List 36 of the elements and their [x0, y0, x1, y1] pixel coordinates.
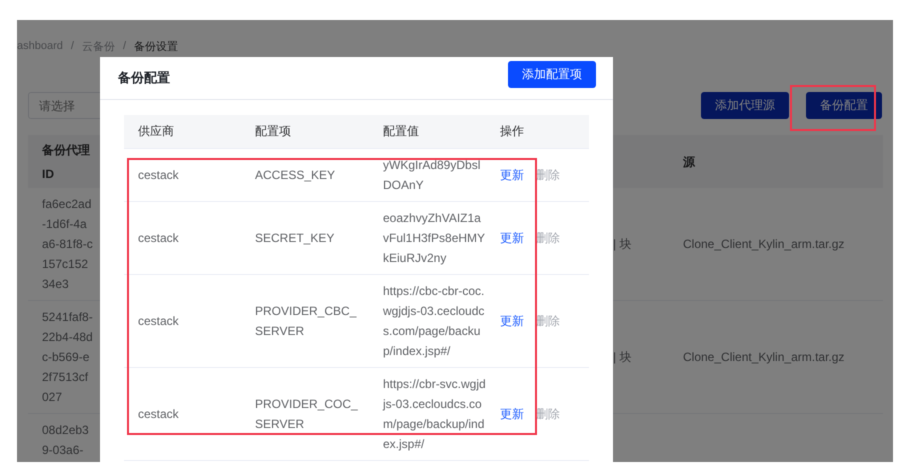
toolbar-button[interactable]: 备份配置 [806, 92, 882, 119]
table-cell-text: eoazhvyZhVAIZ1avFul1H3fPs8eHMYkEiuRJv2ny [382, 210, 486, 267]
table-cell-text: https://cbc-cbr-coc.wgjdjs-03.cecloudcs.com/page/backup/index.jsp#/ [382, 283, 486, 360]
table-cell-text: 08d2eb39-03a6- [41, 422, 90, 459]
column-header: 供应商 [137, 123, 175, 140]
table-cell-text: PROVIDER_CBC_SERVER [254, 303, 358, 340]
table-cell-text: PROVIDER_COC_SERVER [254, 396, 359, 433]
action-link[interactable]: 更新 [500, 404, 524, 424]
action-link[interactable]: 更新 [500, 228, 524, 248]
table-cell-text: https://cbr-svc.wgjdjs-03.cecloudcs.com/page/backup/index.jsp#/ [382, 376, 486, 453]
table-cell-text: ACCESS_KEY [254, 167, 336, 184]
column-header: 备份代理 ID [41, 142, 91, 182]
table-cell-text: 5241faf8-22b4-48dc-b569-e2f7513cf027 [41, 309, 93, 406]
table-cell: | 块 [613, 236, 632, 250]
action-link[interactable]: 更新 [500, 165, 524, 185]
column-header: 配置值 [382, 123, 420, 140]
column-header: 配置项 [254, 123, 292, 140]
breadcrumb-separator: / [70, 40, 74, 52]
table-cell-text: yWKgIrAd89yDbslDOAnY [382, 157, 482, 194]
table-cell-text: fa6ec2ad-1d6f-4aa6-81f8-c157c15234e3 [41, 196, 93, 293]
table-cell: Clone_Client_Kylin_arm.tar.gz [683, 350, 844, 364]
breadcrumb-item: 备份设置 [134, 40, 178, 54]
table-cell: | 块 [613, 350, 632, 364]
table-cell-text: cestack [137, 167, 180, 184]
table-cell-text: SECRET_KEY [254, 230, 336, 247]
breadcrumb-separator: / [122, 40, 126, 52]
toolbar-button[interactable]: 添加代理源 [701, 92, 789, 119]
column-header: 源 [683, 154, 696, 170]
add-config-button[interactable]: 添加配置项 [508, 60, 596, 88]
table-cell-text: cestack [137, 406, 180, 423]
table-cell-text: cestack [137, 230, 180, 247]
table-cell-text: cestack [137, 313, 180, 330]
dialog-title: 备份配置 [118, 69, 170, 87]
action-link[interactable]: 更新 [500, 311, 524, 331]
column-header: 操作 [499, 123, 525, 140]
table-cell: Clone_Client_Kylin_arm.tar.gz [683, 237, 844, 251]
